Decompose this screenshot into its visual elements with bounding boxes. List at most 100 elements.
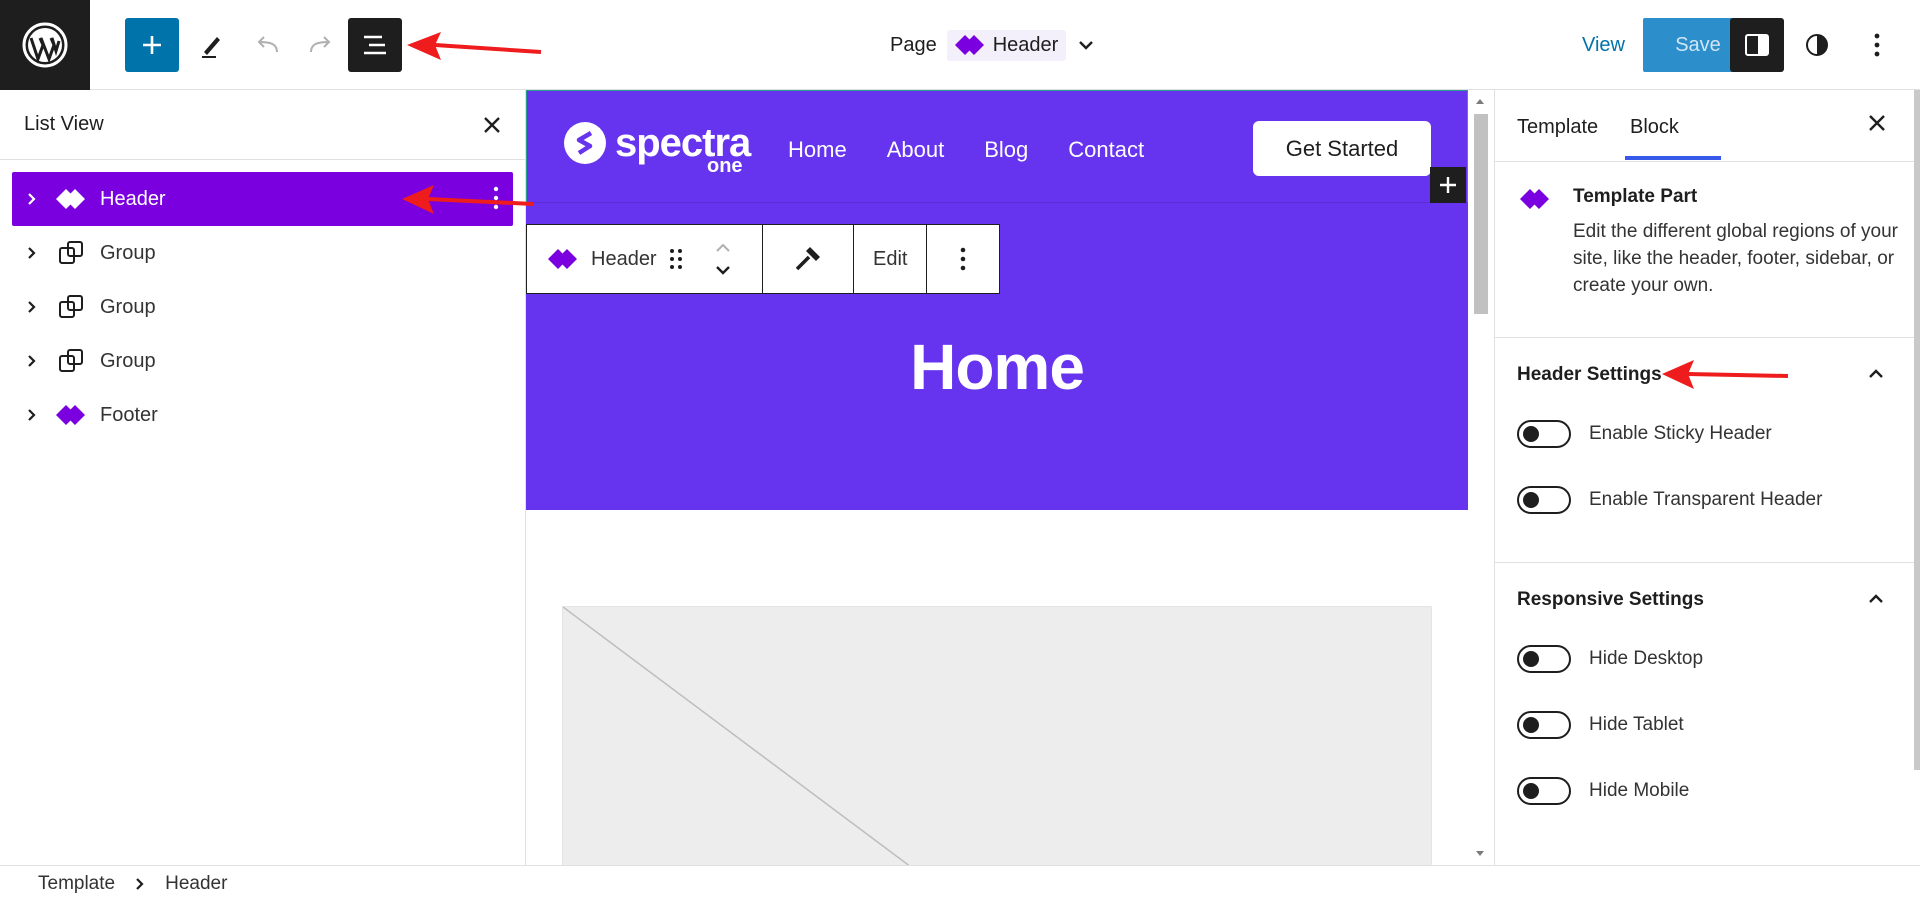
template-part-icon — [54, 398, 88, 432]
block-type-switcher[interactable]: Header — [527, 225, 763, 293]
styles-contrast-icon[interactable] — [1790, 18, 1844, 72]
transparent-header-toggle[interactable] — [1517, 486, 1571, 514]
panel-title[interactable]: Responsive Settings — [1517, 589, 1704, 611]
toggle-label: Hide Tablet — [1589, 714, 1684, 735]
canvas-scrollbar[interactable] — [1468, 90, 1492, 865]
list-item-label: Group — [100, 241, 156, 264]
chevron-right-icon[interactable] — [20, 349, 44, 373]
close-icon[interactable] — [483, 116, 501, 134]
chevron-right-icon — [135, 877, 145, 891]
nav-link-about[interactable]: About — [887, 137, 945, 163]
site-navigation: Home About Blog Contact — [788, 137, 1144, 163]
list-view-toggle-button[interactable] — [348, 18, 402, 72]
move-up-down-icon[interactable] — [713, 241, 733, 277]
block-inserter-plus-icon[interactable] — [1430, 167, 1466, 203]
list-view-panel: List View Header Group Group Group Foote… — [0, 90, 526, 865]
group-icon — [54, 236, 88, 270]
toggle-row: Hide Desktop — [1517, 645, 1703, 673]
document-bar[interactable]: Page Header — [890, 28, 1096, 62]
hide-mobile-toggle[interactable] — [1517, 777, 1571, 805]
nav-link-home[interactable]: Home — [788, 137, 847, 163]
chevron-up-icon[interactable] — [1867, 593, 1885, 605]
block-type-label: Header — [591, 247, 657, 270]
tab-template[interactable]: Template — [1517, 116, 1598, 139]
template-part-icon — [1519, 188, 1551, 210]
block-card: Template Part Edit the different global … — [1495, 162, 1920, 338]
toggle-label: Hide Mobile — [1589, 780, 1690, 801]
chevron-right-icon[interactable] — [20, 403, 44, 427]
responsive-settings-panel: Responsive Settings Hide Desktop Hide Ta… — [1495, 563, 1920, 863]
options-menu-icon[interactable] — [1850, 18, 1904, 72]
toggle-row: Hide Mobile — [1517, 777, 1689, 805]
hero-page-title: Home — [910, 331, 1085, 403]
document-title: Header — [992, 33, 1059, 56]
list-item-label: Group — [100, 295, 156, 318]
list-view-header: List View — [0, 90, 525, 160]
list-item-group[interactable]: Group — [12, 280, 513, 334]
chevron-right-icon[interactable] — [20, 187, 44, 211]
style-brush-button[interactable] — [763, 225, 855, 293]
toggle-row: Hide Tablet — [1517, 711, 1684, 739]
toggle-label: Enable Transparent Header — [1589, 489, 1823, 510]
toggle-row: Enable Sticky Header — [1517, 420, 1772, 448]
undo-icon[interactable] — [240, 18, 294, 72]
hide-desktop-toggle[interactable] — [1517, 645, 1571, 673]
list-item-footer[interactable]: Footer — [12, 388, 513, 442]
list-view-title: List View — [24, 113, 104, 135]
block-card-description: Edit the different global regions of you… — [1573, 221, 1898, 296]
active-tab-indicator — [1625, 156, 1721, 160]
list-item-group[interactable]: Group — [12, 226, 513, 280]
add-block-button[interactable] — [125, 18, 179, 72]
hide-tablet-toggle[interactable] — [1517, 711, 1571, 739]
list-item-label: Footer — [100, 403, 158, 426]
more-options-icon[interactable] — [493, 185, 499, 211]
template-part-icon — [547, 248, 579, 270]
list-view-tree: Header Group Group Group Footer — [0, 160, 525, 442]
edit-template-part-button[interactable]: Edit — [854, 225, 928, 293]
scrollbar-thumb[interactable] — [1474, 114, 1488, 314]
group-icon — [54, 344, 88, 378]
drag-handle-icon[interactable] — [669, 247, 683, 271]
panel-title[interactable]: Header Settings — [1517, 364, 1662, 386]
close-icon[interactable] — [1868, 114, 1886, 132]
chevron-right-icon[interactable] — [20, 241, 44, 265]
get-started-button[interactable]: Get Started — [1253, 121, 1431, 176]
document-title-chip[interactable]: Header — [946, 29, 1067, 61]
nav-link-blog[interactable]: Blog — [984, 137, 1028, 163]
header-nav-bar: spectra one Home About Blog Contact Get … — [526, 90, 1468, 203]
list-item-label: Group — [100, 349, 156, 372]
list-item-header[interactable]: Header — [12, 172, 513, 226]
sidebar-scrollbar[interactable] — [1914, 90, 1920, 770]
header-template-part[interactable]: spectra one Home About Blog Contact Get … — [526, 90, 1468, 510]
chevron-right-icon[interactable] — [20, 295, 44, 319]
chevron-up-icon[interactable] — [1867, 368, 1885, 380]
chevron-down-icon[interactable] — [1076, 38, 1096, 52]
toggle-row: Enable Transparent Header — [1517, 486, 1822, 514]
list-item-label: Header — [100, 187, 166, 210]
wordpress-logo-icon[interactable] — [0, 0, 90, 90]
brand-sub: one — [707, 155, 743, 177]
editor-top-bar: Page Header View Save — [0, 0, 1920, 90]
group-icon — [54, 290, 88, 324]
breadcrumb-item-header[interactable]: Header — [165, 873, 227, 895]
redo-icon[interactable] — [294, 18, 348, 72]
view-button[interactable]: View — [1582, 34, 1625, 57]
toggle-label: Hide Desktop — [1589, 648, 1704, 669]
list-item-group[interactable]: Group — [12, 334, 513, 388]
settings-sidebar-toggle-button[interactable] — [1730, 18, 1784, 72]
template-part-icon — [954, 34, 985, 56]
tools-pencil-icon[interactable] — [185, 18, 239, 72]
settings-sidebar: Template Block Template Part Edit the di… — [1494, 90, 1920, 865]
editor-canvas[interactable]: spectra one Home About Blog Contact Get … — [526, 90, 1494, 865]
block-options-icon[interactable] — [927, 225, 999, 293]
nav-link-contact[interactable]: Contact — [1068, 137, 1144, 163]
spectra-logo-icon — [564, 122, 606, 164]
paintbrush-icon — [795, 247, 820, 271]
tab-block[interactable]: Block — [1630, 116, 1679, 139]
sticky-header-toggle[interactable] — [1517, 420, 1571, 448]
image-placeholder[interactable] — [562, 606, 1432, 865]
sidebar-tabs: Template Block — [1495, 90, 1920, 162]
template-part-icon — [54, 182, 88, 216]
block-card-title: Template Part — [1573, 186, 1698, 207]
breadcrumb-item-template[interactable]: Template — [38, 873, 115, 895]
